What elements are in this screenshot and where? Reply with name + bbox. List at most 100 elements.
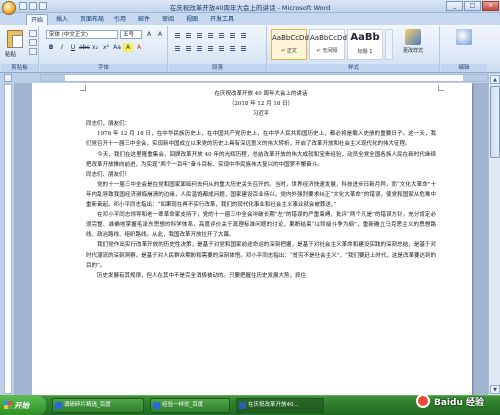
doc-paragraph: 我们党作出实行改革开放的历史性决策，是基于对党和国家前途命运的深刻把握，是基于对…	[86, 242, 436, 269]
office-button[interactable]	[2, 1, 16, 15]
sort-icon[interactable]	[228, 30, 237, 38]
subscript-button[interactable]: x₂	[90, 43, 100, 52]
styles-label: 样式	[268, 64, 439, 72]
tab-insert[interactable]: 插入	[52, 14, 72, 25]
increase-indent-icon[interactable]	[217, 30, 226, 38]
doc-title: 在庆祝改革开放 40 周年大会上的讲话	[214, 91, 308, 97]
superscript-button[interactable]: x²	[101, 43, 111, 52]
taskbar-item-label: 调研碎片精选_百度	[64, 402, 111, 408]
borders-icon[interactable]	[239, 43, 248, 51]
bold-button[interactable]: B	[46, 43, 56, 52]
numbering-icon[interactable]	[184, 30, 193, 38]
editing-group: 编辑	[441, 26, 487, 72]
font-label: 字体	[40, 64, 167, 72]
tab-home[interactable]: 开始	[26, 14, 49, 25]
horizontal-ruler[interactable]	[40, 74, 488, 82]
align-center-icon[interactable]	[184, 43, 193, 51]
underline-button[interactable]: U	[68, 43, 78, 52]
browser-icon	[153, 402, 160, 409]
change-case-button[interactable]: Aa	[112, 43, 122, 52]
ribbon: 粘贴 剪贴板 宋体 (中文正文) 五号 A A B I U abc x₂ x² …	[0, 25, 500, 73]
ruler-toggle-icon[interactable]	[4, 74, 12, 82]
shrink-font-icon[interactable]: A	[155, 30, 165, 39]
change-styles-label: 更改样式	[402, 48, 423, 54]
paragraph-label: 段落	[169, 64, 266, 72]
title-bar: 在庆祝改革开放40周年大会上的讲话 - Microsoft Word _ □ ×	[0, 0, 500, 15]
show-marks-icon[interactable]	[239, 30, 248, 38]
bullets-icon[interactable]	[173, 30, 182, 38]
taskbar-item[interactable]: 调研碎片精选_百度	[52, 398, 144, 413]
font-format-row: B I U abc x₂ x² Aa A A	[46, 43, 144, 52]
style-name: ↵ 无间隔	[316, 48, 338, 54]
style-sample: AaBb	[350, 32, 380, 43]
shading-icon[interactable]	[228, 43, 237, 51]
style-name: 标题 1	[357, 49, 373, 55]
start-button[interactable]: 开始	[0, 396, 46, 415]
find-icon	[456, 29, 472, 45]
decrease-indent-icon[interactable]	[206, 30, 215, 38]
cut-icon[interactable]	[29, 30, 37, 37]
clipboard-group: 粘贴 剪贴板	[1, 26, 39, 72]
doc-paragraph: 1978 年 12 月 18 日，在中华民族历史上，在中国共产党历史上，在中华人…	[86, 131, 436, 148]
tab-review[interactable]: 审阅	[158, 14, 178, 25]
align-row	[173, 43, 248, 51]
window-controls: _ □ ×	[446, 1, 499, 11]
font-color-button[interactable]: A	[134, 43, 144, 52]
strikethrough-button[interactable]: abc	[79, 43, 90, 52]
styles-scroll-icon[interactable]	[385, 29, 393, 60]
paste-label[interactable]: 粘贴	[5, 50, 16, 58]
font-name-select[interactable]: 宋体 (中文正文)	[46, 30, 118, 39]
document-area: 在庆祝改革开放 40 周年大会上的讲话 （2018 年 12 月 18 日） 习…	[14, 83, 488, 395]
vertical-ruler[interactable]	[4, 84, 12, 394]
vertical-scrollbar[interactable]: ▲ ▼	[488, 74, 500, 395]
style-heading-1[interactable]: AaBb 标题 1	[347, 29, 383, 60]
document-text[interactable]: 在庆祝改革开放 40 周年大会上的讲话 （2018 年 12 月 18 日） 习…	[86, 89, 436, 281]
browser-icon	[55, 402, 62, 409]
maximize-button[interactable]: □	[464, 1, 481, 11]
align-left-icon[interactable]	[173, 43, 182, 51]
tab-page-layout[interactable]: 页面布局	[76, 14, 108, 25]
style-sample: AaBbCcDd	[310, 34, 347, 42]
style-no-spacing[interactable]: AaBbCcDd ↵ 无间隔	[309, 29, 347, 60]
editing-label: 编辑	[441, 64, 487, 72]
align-right-icon[interactable]	[195, 43, 204, 51]
ribbon-tabs: 开始 插入 页面布局 引用 邮件 审阅 视图 开发工具	[0, 13, 500, 25]
line-spacing-icon[interactable]	[217, 43, 226, 51]
document-page[interactable]: 在庆祝改革开放 40 周年大会上的讲话 （2018 年 12 月 18 日） 习…	[32, 83, 472, 395]
font-group: 宋体 (中文正文) 五号 A A B I U abc x₂ x² Aa A A …	[40, 26, 168, 72]
watermark: Baidu 经验	[416, 392, 496, 410]
editing-button[interactable]	[451, 29, 477, 47]
style-name: ↵ 正文	[281, 48, 297, 54]
taskbar-item-active[interactable]: 在庆祝改革开放40...	[236, 398, 324, 413]
multilevel-list-icon[interactable]	[195, 30, 204, 38]
paste-icon[interactable]	[7, 30, 23, 48]
style-normal[interactable]: AaBbCcDd ↵ 正文	[271, 29, 309, 60]
format-painter-icon[interactable]	[29, 48, 37, 55]
minimize-button[interactable]: _	[446, 1, 463, 11]
paragraph-group: 段落	[169, 26, 267, 72]
font-size-select[interactable]: 五号	[120, 30, 142, 39]
justify-icon[interactable]	[206, 43, 215, 51]
taskbar-item[interactable]: 经验一样优_百度	[150, 398, 230, 413]
tab-references[interactable]: 引用	[110, 14, 130, 25]
scroll-up-button[interactable]: ▲	[490, 75, 500, 84]
doc-paragraph: 同志们、朋友们！	[86, 171, 131, 178]
tab-developer[interactable]: 开发工具	[206, 14, 238, 25]
highlight-button[interactable]: A	[123, 43, 133, 52]
scroll-thumb[interactable]	[490, 86, 500, 158]
doc-paragraph: 历史发展有其规律，但人在其中不是完全消极被动的。只要把握住历史发展大势，抓住	[86, 272, 307, 279]
margin-corner	[438, 85, 444, 91]
italic-button[interactable]: I	[57, 43, 67, 52]
grow-font-icon[interactable]: A	[144, 30, 154, 39]
doc-paragraph: 今天，我们在这里隆重集会，回顾改革开放 40 年的光辉历程，总结改革开放的伟大成…	[86, 151, 436, 168]
change-styles-button[interactable]: 更改样式	[400, 29, 426, 54]
copy-icon[interactable]	[29, 39, 37, 46]
font-grow-row: A A	[144, 30, 165, 39]
tab-mailings[interactable]: 邮件	[134, 14, 154, 25]
baidu-logo-icon	[416, 394, 430, 408]
close-button[interactable]: ×	[482, 1, 499, 11]
doc-paragraph: 同志们，朋友们：	[86, 121, 131, 128]
tab-view[interactable]: 视图	[182, 14, 202, 25]
taskbar-item-label: 经验一样优_百度	[162, 402, 204, 408]
styles-group: AaBbCcDd ↵ 正文 AaBbCcDd ↵ 无间隔 AaBb 标题 1 更…	[268, 26, 440, 72]
